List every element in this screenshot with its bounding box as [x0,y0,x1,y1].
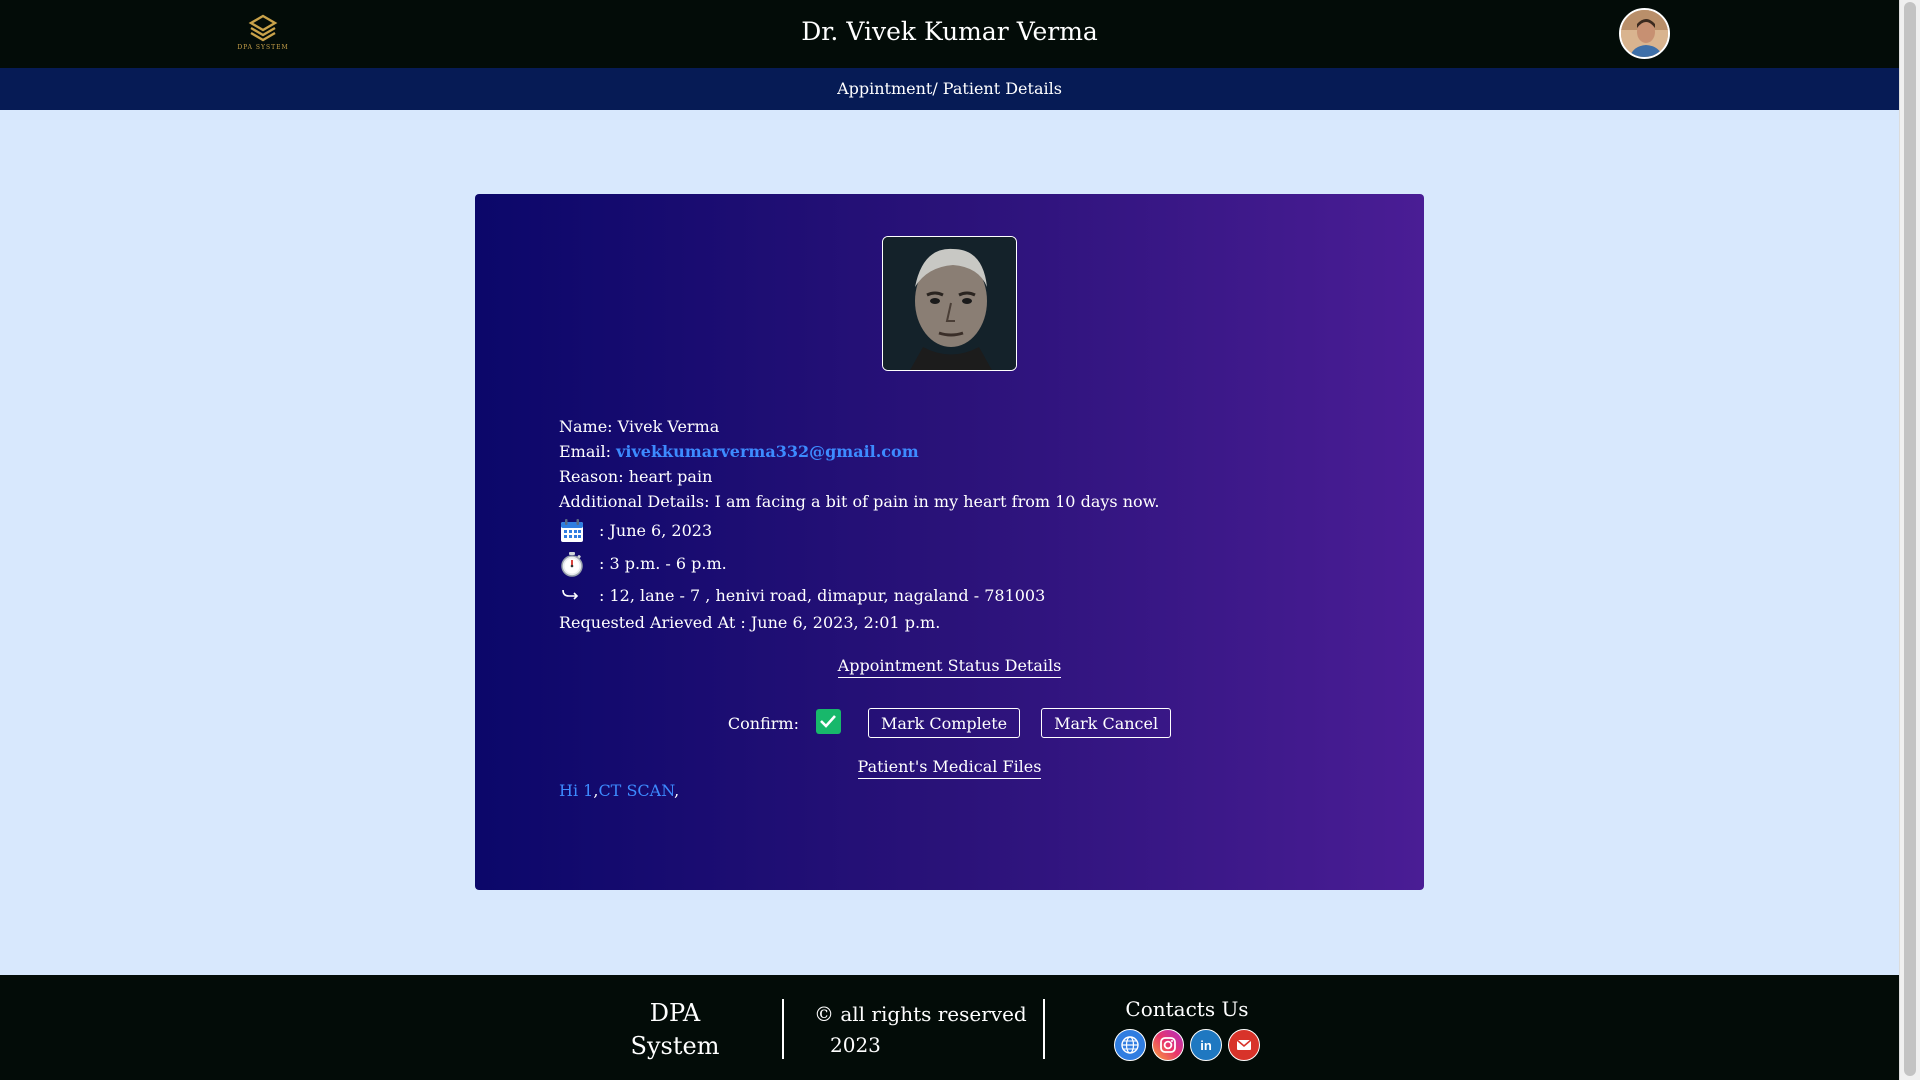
reason-row: Reason: heart pain [559,464,1379,489]
file-separator: , [674,781,680,800]
footer-divider [782,999,784,1059]
gmail-icon[interactable] [1228,1029,1260,1061]
email-row: Email: vivekkumarverma332@gmail.com [559,439,1379,464]
checkmark-icon [820,715,837,728]
date-row: : June 6, 2023 [559,514,1379,547]
mark-cancel-button[interactable]: Mark Cancel [1041,708,1172,738]
additional-details-label: Additional Details: [559,492,710,511]
top-header: DPA SYSTEM Dr. Vivek Kumar Verma [0,0,1899,68]
linkedin-icon[interactable]: in [1190,1029,1222,1061]
confirm-checkbox[interactable] [815,708,841,734]
status-section-title: Appointment Status Details [475,656,1424,678]
medical-files-title-text: Patient's Medical Files [857,757,1042,779]
patient-email-link[interactable]: vivekkumarverma332@gmail.com [616,442,919,461]
copyright-text: © all rights reserved [814,1002,1027,1026]
reason-value: heart pain [628,467,713,486]
medical-files-title: Patient's Medical Files [475,757,1424,779]
patient-photo-image [883,237,1016,370]
email-label: Email: [559,442,612,461]
appointment-address: : 12, lane - 7 , henivi road, dimapur, n… [599,585,1046,605]
time-row: : 3 p.m. - 6 p.m. [559,547,1379,580]
footer-copyright: © all rights reserved 2023 [814,999,1027,1061]
footer: DPA System © all rights reserved 2023 Co… [0,975,1899,1080]
profile-avatar[interactable] [1619,8,1670,59]
contacts-title: Contacts Us [1125,997,1249,1021]
status-title-text: Appointment Status Details [837,656,1062,678]
calendar-icon [559,518,599,544]
confirm-label: Confirm: [727,713,799,733]
globe-icon[interactable] [1114,1029,1146,1061]
page-scrollbar[interactable] [1899,0,1920,1080]
additional-details-value: I am facing a bit of pain in my heart fr… [714,492,1160,511]
footer-brand: DPA System [615,997,735,1063]
footer-brand-line2: System [630,1032,720,1060]
footer-divider [1043,999,1045,1059]
name-row: Name: Vivek Verma [559,414,1379,439]
scrollbar-thumb[interactable] [1904,2,1916,1076]
medical-files-list: Hi 1,CT SCAN, [559,781,679,800]
appointment-date: : June 6, 2023 [599,521,713,540]
mark-complete-button[interactable]: Mark Complete [867,708,1021,738]
address-row: : 12, lane - 7 , henivi road, dimapur, n… [559,580,1379,610]
footer-brand-line1: DPA [649,999,701,1027]
requested-row: Requested Arieved At : June 6, 2023, 2:0… [559,613,941,632]
page-subtitle: Appintment/ Patient Details [837,79,1062,98]
file-link[interactable]: CT SCAN [598,781,674,800]
status-actions: Confirm: Mark Complete Mark Cancel [475,708,1424,738]
stopwatch-icon [559,551,599,577]
file-link[interactable]: Hi 1 [559,781,593,800]
appointment-card: Name: Vivek Verma Email: vivekkumarverma… [475,194,1424,890]
return-arrow-icon [559,586,599,604]
patient-name: Vivek Verma [617,417,720,436]
patient-photo [882,236,1017,371]
additional-details-row: Additional Details: I am facing a bit of… [559,489,1379,514]
patient-details: Name: Vivek Verma Email: vivekkumarverma… [559,414,1379,635]
appointment-time: : 3 p.m. - 6 p.m. [599,554,727,573]
reason-label: Reason: [559,467,624,486]
svg-text:in: in [1200,1038,1212,1053]
doctor-name: Dr. Vivek Kumar Verma [801,17,1098,46]
page-subtitle-bar: Appintment/ Patient Details [0,68,1899,110]
copyright-year: 2023 [830,1033,881,1057]
avatar-image [1621,10,1668,57]
footer-contacts: Contacts Us in [1107,997,1267,1061]
social-links: in [1107,1029,1267,1061]
instagram-icon[interactable] [1152,1029,1184,1061]
name-label: Name: [559,417,613,436]
